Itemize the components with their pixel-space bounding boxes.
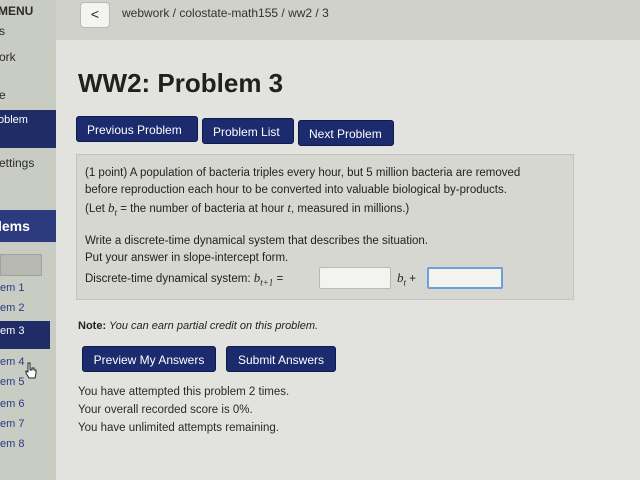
answer-slope-input[interactable]: [319, 267, 391, 289]
problem-statement: (1 point) A population of bacteria tripl…: [76, 154, 574, 300]
remaining-attempts-text: You have unlimited attempts remaining.: [78, 422, 279, 434]
chevron-left-icon: <: [90, 6, 100, 22]
sidebar-problem-link-7[interactable]: em 7: [0, 418, 24, 430]
problem-line-3-post: , measured in millions.): [291, 203, 410, 215]
partial-credit-note: Note: You can earn partial credit on thi…: [78, 320, 318, 332]
sidebar-problem-link-3-active[interactable]: em 3: [0, 321, 50, 349]
sidebar-problems-header: lems: [0, 210, 56, 242]
equals-sign: =: [273, 273, 284, 285]
problem-line-5: Put your answer in slope-intercept form.: [85, 252, 289, 264]
sidebar-problem-link-5[interactable]: em 5: [0, 376, 24, 388]
problem-line-2: before reproduction each hour to be conv…: [85, 184, 507, 196]
problem-list-button[interactable]: Problem List: [202, 118, 294, 144]
sidebar-gray-box: [0, 254, 42, 276]
problem-line-3-mid: = the number of bacteria at hour: [117, 203, 288, 215]
hand-cursor-icon: [25, 362, 37, 379]
problem-line-3-pre: (Let: [85, 203, 109, 215]
sidebar-problem-link-4[interactable]: em 4: [0, 356, 24, 368]
sidebar-fragment-2[interactable]: ork: [0, 50, 16, 64]
sidebar-problem-link-8[interactable]: em 8: [0, 438, 24, 450]
problem-line-1: (1 point) A population of bacteria tripl…: [85, 167, 521, 179]
sidebar-problem-link-2[interactable]: em 2: [0, 302, 24, 314]
plus-sign: +: [406, 273, 416, 285]
attempts-text: You have attempted this problem 2 times.: [78, 386, 290, 398]
lhs-subscript: t+1: [260, 277, 274, 288]
previous-problem-button[interactable]: Previous Problem: [76, 116, 198, 142]
top-bar: < webwork / colostate-math155 / ww2 / 3: [56, 0, 640, 40]
sidebar-problems-header-label: lems: [0, 218, 30, 234]
menu-label[interactable]: MENU: [0, 4, 33, 18]
sidebar-problem-link-6[interactable]: em 6: [0, 398, 24, 410]
sidebar-problem-link-1[interactable]: em 1: [0, 282, 24, 294]
breadcrumb: webwork / colostate-math155 / ww2 / 3: [122, 6, 329, 20]
page-title: WW2: Problem 3: [78, 68, 284, 98]
sidebar-item-problem[interactable]: oblem: [0, 110, 56, 148]
problem-line-6: Discrete-time dynamical system: bt+1 =: [85, 269, 283, 291]
problem-line-3: (Let bt = the number of bacteria at hour…: [85, 199, 409, 221]
note-text: You can earn partial credit on this prob…: [106, 320, 319, 332]
sidebar-fragment-1[interactable]: s: [0, 24, 5, 38]
back-button[interactable]: <: [80, 2, 110, 28]
main-content: < webwork / colostate-math155 / ww2 / 3 …: [56, 0, 640, 480]
problem-line-4: Write a discrete-time dynamical system t…: [85, 235, 429, 247]
dynamical-system-label: Discrete-time dynamical system:: [85, 273, 254, 285]
submit-answers-button[interactable]: Submit Answers: [226, 346, 336, 372]
sidebar-item-problem-label: oblem: [0, 114, 28, 126]
note-label: Note:: [78, 320, 107, 332]
answer-intercept-input[interactable]: [427, 267, 503, 289]
sidebar-item-settings[interactable]: ettings: [0, 156, 34, 170]
preview-answers-button[interactable]: Preview My Answers: [82, 346, 216, 372]
next-problem-button[interactable]: Next Problem: [298, 120, 394, 146]
score-text: Your overall recorded score is 0%.: [78, 404, 253, 416]
sidebar-fragment-3[interactable]: e: [0, 88, 6, 102]
sidebar: MENU s ork e oblem ettings lems em 1 em …: [0, 0, 56, 480]
sidebar-problem-link-3-label: em 3: [0, 325, 25, 337]
mid-term: bt +: [397, 269, 416, 291]
